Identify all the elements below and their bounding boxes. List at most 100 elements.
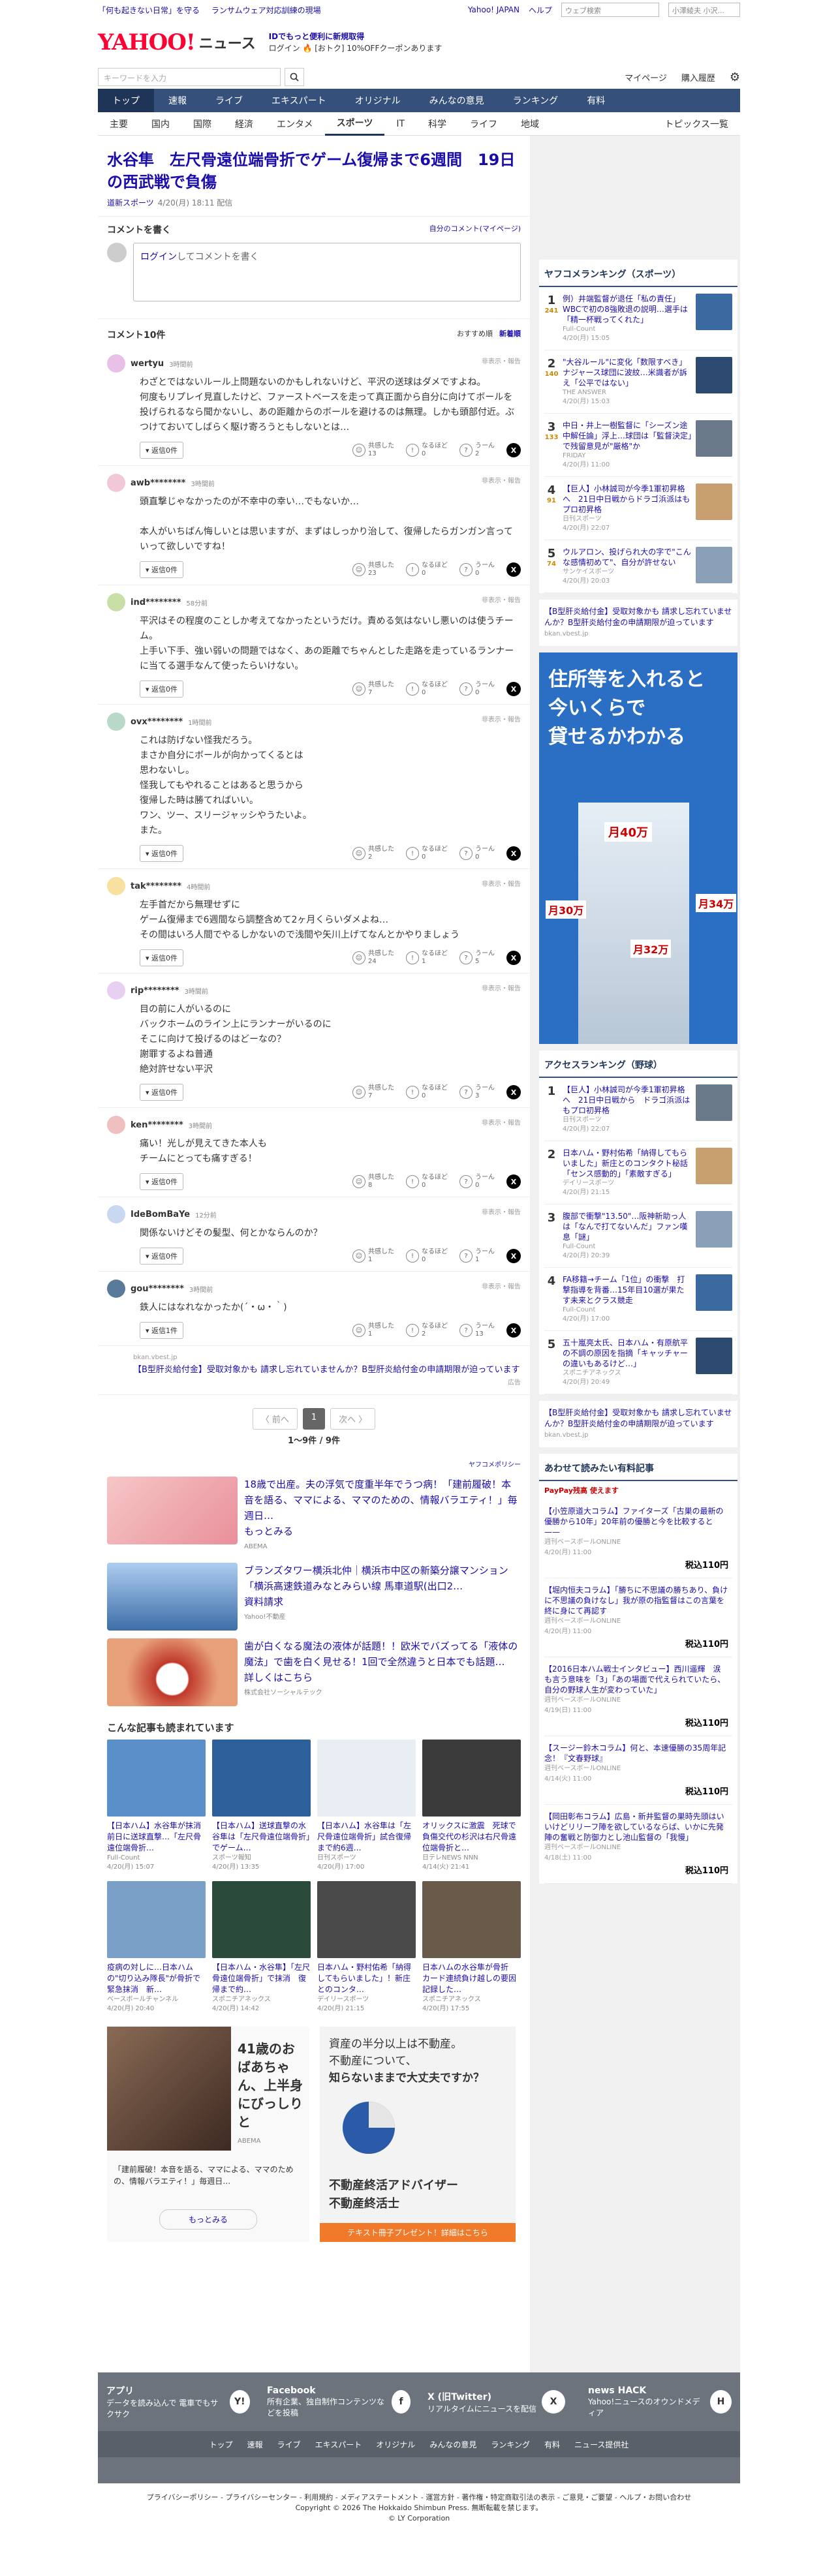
related-thumbnail[interactable] xyxy=(107,1881,206,1958)
nav-top[interactable]: トップ xyxy=(98,89,154,112)
paid-article[interactable]: 【小笠原道大コラム】ファイターズ「古巣の最新の優勝から10年」20年前の優勝と今… xyxy=(544,1499,732,1578)
pr-text[interactable]: 【B型肝炎給付金】受取対象かも 請求し忘れていませんか？B型肝炎給付金の申請期限… xyxy=(133,1364,521,1377)
related-article[interactable]: 日本ハムの水谷隼が骨折 カード連続負け越しの要因 記録した… スポニチアネックス 4… xyxy=(422,1881,521,2014)
cat-region[interactable]: 地域 xyxy=(509,112,551,136)
cat-life[interactable]: ライフ xyxy=(458,112,509,136)
related-article-title[interactable]: 日本ハム・野村佑希「納得してもらいました」！新庄とのコンタ… xyxy=(317,1962,416,1995)
footer-nav-item[interactable]: みんなの意見 xyxy=(429,2439,476,2450)
next-page-button[interactable]: 次へ 〉 xyxy=(330,1408,376,1430)
topics-list-link[interactable]: トピックス一覧 xyxy=(653,112,740,136)
comment-author[interactable]: gou******** xyxy=(131,1284,184,1294)
footer-nav-item[interactable]: オリジナル xyxy=(376,2439,415,2450)
related-thumbnail[interactable] xyxy=(422,1740,521,1817)
paid-title[interactable]: 【堀内恒夫コラム】「勝ちに不思議の勝ちあり、負けに不思議の負けなし」我が原の指監… xyxy=(544,1586,728,1616)
related-article[interactable]: 【日本ハム】送球直撃の水谷隼は「左尺骨遠位端骨折」でゲーム… スポーツ報知 4/20… xyxy=(212,1740,311,1872)
bottom-ad-1[interactable]: 41歳のおばあちゃん、上半身にびっしりと ABEMA 「建前履破！本音を語る、マ… xyxy=(107,2027,309,2242)
hmm-button[interactable]: ? うーん 0 xyxy=(459,1174,495,1189)
footer-nav-item[interactable]: 有料 xyxy=(544,2439,560,2450)
ranking-title[interactable]: 日本ハム・野村佑希「納得してもらいました」新庄とのコンタクト秘話「センス感動的」… xyxy=(563,1148,688,1178)
footer-social-title[interactable]: news HACK xyxy=(588,2385,705,2396)
ad-more-link[interactable]: 詳しくはこちら xyxy=(244,1672,313,1683)
ad-row[interactable]: 18歳で出産。夫の浮気で度重半年でうつ病！「建前履破！本音を語る、ママによる、マ… xyxy=(98,1473,530,1559)
hmm-button[interactable]: ? うーん 0 xyxy=(459,846,495,861)
footer-nav-item[interactable]: 速報 xyxy=(247,2439,263,2450)
related-article[interactable]: 【日本ハム・水谷隼】「左尺骨遠位端骨折」で抹消 復帰まで約… スポニチアネックス 4… xyxy=(212,1881,311,2014)
access-ranking-item[interactable]: 1 【巨人】小林誠司が今季1軍初昇格へ 21日中日戦から ドラゴ浜派はもプロ初昇格… xyxy=(544,1078,732,1141)
empathy-button[interactable]: ☺ 共感した 8 xyxy=(352,1174,394,1189)
nallow-button[interactable]: ! なるほど 0 xyxy=(406,562,448,577)
report-link[interactable]: 非表示・報告 xyxy=(482,1206,521,1216)
x-share-icon[interactable]: X xyxy=(506,443,521,457)
report-link[interactable]: 非表示・報告 xyxy=(482,714,521,724)
x-share-icon[interactable]: X xyxy=(506,1249,521,1263)
paid-article[interactable]: 【堀内恒夫コラム】「勝ちに不思議の勝ちあり、負けに不思議の負けなし」我が原の指監… xyxy=(544,1578,732,1657)
ranking-title[interactable]: FA移籍→チーム「1位」の衝撃 打撃指導を背番…15年目10選が果たす未来とクラ… xyxy=(563,1275,685,1305)
ad-image[interactable] xyxy=(107,1563,238,1631)
x-share-icon[interactable]: X xyxy=(506,1323,521,1338)
yahoo-logo[interactable]: YAHOO! xyxy=(98,29,196,55)
hmm-button[interactable]: ? うーん 3 xyxy=(459,1084,495,1100)
reply-toggle-button[interactable]: ▾ 返信0件 xyxy=(140,681,184,698)
social-icon[interactable]: H xyxy=(709,2390,732,2414)
related-article[interactable]: 日本ハム・野村佑希「納得してもらいました」！新庄とのコンタ… デイリースポーツ 4/… xyxy=(317,1881,416,2014)
ad-more-link[interactable]: もっとみる xyxy=(244,1526,293,1537)
cat-economy[interactable]: 経済 xyxy=(223,112,265,136)
reply-toggle-button[interactable]: ▾ 返信0件 xyxy=(140,1084,184,1101)
sort-newest[interactable]: 新着順 xyxy=(499,330,521,338)
ranking-title[interactable]: 【巨人】小林誠司が今季1軍初昇格へ 21日中日戦からドラゴ浜派はもプロ初昇格 xyxy=(563,484,690,514)
related-article[interactable]: 【日本ハム】水谷隼が抹消 前日に送球直撃…「左尺骨遠位端骨折… Full-Coun… xyxy=(107,1740,206,1872)
related-article-title[interactable]: オリックスに激震 死球で負傷交代の杉沢は右尺骨遠位端骨折と… xyxy=(422,1820,521,1854)
cat-it[interactable]: IT xyxy=(384,112,416,136)
yahoo-japan-link[interactable]: Yahoo! JAPAN xyxy=(468,5,520,14)
report-link[interactable]: 非表示・報告 xyxy=(482,878,521,888)
ad-text[interactable]: 歯が白くなる魔法の液体が話題！！欧米でバズってる「液体の魔法」で歯を白く見せる！… xyxy=(244,1640,518,1668)
comment-author[interactable]: ovx******** xyxy=(131,717,183,727)
reply-toggle-button[interactable]: ▾ 返信0件 xyxy=(140,1248,184,1265)
social-icon[interactable]: f xyxy=(392,2390,411,2414)
ad-row[interactable]: 歯が白くなる魔法の液体が話題！！欧米でバズってる「液体の魔法」で歯を白く見せる！… xyxy=(98,1634,530,1710)
related-article-title[interactable]: 【日本ハム】送球直撃の水谷隼は「左尺骨遠位端骨折」でゲーム… xyxy=(212,1820,311,1854)
ad-more-button[interactable]: もっとみる xyxy=(159,2209,257,2230)
hmm-button[interactable]: ? うーん 1 xyxy=(459,1248,495,1264)
comment-author[interactable]: ind******** xyxy=(131,598,181,607)
ranking-thumbnail[interactable] xyxy=(696,1148,732,1184)
footer-links[interactable]: プライバシーポリシー - プライバシーセンター - 利用規約 - メディアステー… xyxy=(0,2492,838,2503)
paid-title[interactable]: 【2016日本ハム戦士インタビュー】西川遥輝 涙も言う意味を「3」「あの場面で代… xyxy=(544,1664,725,1694)
avatar[interactable] xyxy=(107,981,125,1000)
social-icon[interactable]: X xyxy=(542,2390,566,2414)
footer-social-item[interactable]: アプリ データを読み込んで 電車でもサクサク Y! xyxy=(106,2384,250,2419)
ranking-title[interactable]: "大谷ルール"に変化「数限すべき」ナジャース球団に波紋…米識者が訴え「公平ではな… xyxy=(563,358,687,388)
hmm-button[interactable]: ? うーん 0 xyxy=(459,562,495,577)
help-link[interactable]: ヘルプ xyxy=(529,5,552,16)
ad-image[interactable] xyxy=(107,1477,238,1544)
empathy-button[interactable]: ☺ 共感した 2 xyxy=(352,846,394,861)
cat-domestic[interactable]: 国内 xyxy=(140,112,181,136)
nav-live[interactable]: ライブ xyxy=(201,89,257,112)
ranking-thumbnail[interactable] xyxy=(696,294,732,330)
cat-main[interactable]: 主要 xyxy=(98,112,140,136)
prev-page-button[interactable]: 〈 前へ xyxy=(252,1408,298,1430)
related-article-title[interactable]: 【日本ハム】水谷隼が抹消 前日に送球直撃…「左尺骨遠位端骨折… xyxy=(107,1820,206,1854)
keyword-search-input[interactable]: キーワードを入力 xyxy=(98,68,281,86)
comment-author[interactable]: rip******** xyxy=(131,986,179,996)
reply-toggle-button[interactable]: ▾ 返信0件 xyxy=(140,561,184,578)
avatar[interactable] xyxy=(107,593,125,611)
gear-icon[interactable]: ⚙ xyxy=(730,70,740,84)
comment-author[interactable]: tak******** xyxy=(131,882,181,891)
cat-world[interactable]: 国際 xyxy=(181,112,223,136)
nav-original[interactable]: オリジナル xyxy=(341,89,415,112)
empathy-button[interactable]: ☺ 共感した 1 xyxy=(352,1323,394,1338)
hmm-button[interactable]: ? うーん 2 xyxy=(459,442,495,458)
ad-more-link[interactable]: 資料請求 xyxy=(244,1596,283,1608)
signup-promo[interactable]: IDでもっと便利に新規取得 xyxy=(269,31,442,42)
nav-ranking[interactable]: ランキング xyxy=(499,89,573,112)
nallow-button[interactable]: ! なるほど 0 xyxy=(406,442,448,458)
ranking-thumbnail[interactable] xyxy=(696,547,732,583)
avatar[interactable] xyxy=(107,713,125,731)
access-ranking-item[interactable]: 3 腹部で衝撃"13.50"…阪神新助っ人は「なんで打てないんだ」ファン嘆息「謎」… xyxy=(544,1204,732,1268)
nav-paid[interactable]: 有料 xyxy=(572,89,619,112)
ranking-title[interactable]: 五十嵐亮太氏、日本ハム・有原航平の不調の原因を指摘「キャッチャーの違いもあるけど… xyxy=(563,1338,688,1368)
side-pr-2[interactable]: 【B型肝炎給付金】受取対象かも 請求し忘れていませんか？B型肝炎給付金の申請期限… xyxy=(539,1401,737,1447)
footer-nav-item[interactable]: ニュース提供社 xyxy=(574,2439,628,2450)
ranking-title[interactable]: 中日・井上一樹監督に「シーズン途中解任論」浮上…球団は「監督決定」で残留意見が"… xyxy=(563,421,692,451)
